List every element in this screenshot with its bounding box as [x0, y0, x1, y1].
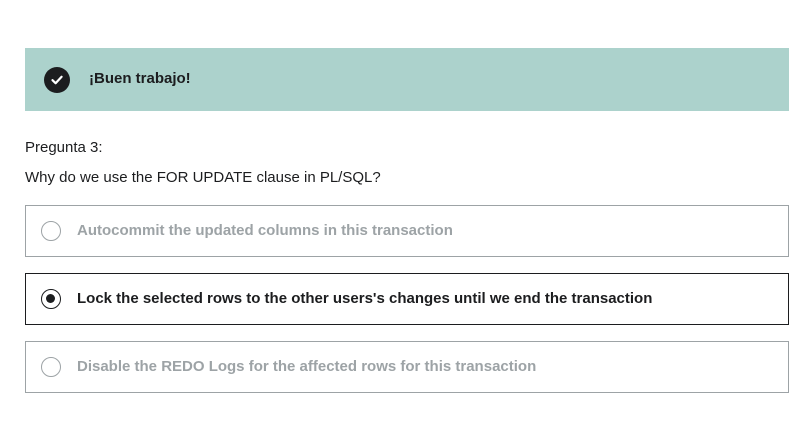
answer-option-2[interactable]: Lock the selected rows to the other user…	[25, 273, 789, 325]
answer-option-1[interactable]: Autocommit the updated columns in this t…	[25, 205, 789, 257]
feedback-title: ¡Buen trabajo!	[89, 70, 191, 87]
question-number: Pregunta 3:	[25, 139, 103, 156]
radio-button-selected[interactable]	[41, 289, 61, 309]
feedback-banner: ¡Buen trabajo!	[25, 48, 789, 111]
answer-option-label: Lock the selected rows to the other user…	[77, 290, 653, 307]
check-circle-icon	[44, 67, 70, 93]
answer-option-label: Disable the REDO Logs for the affected r…	[77, 358, 537, 375]
radio-button[interactable]	[41, 357, 61, 377]
answer-option-3[interactable]: Disable the REDO Logs for the affected r…	[25, 341, 789, 393]
radio-button[interactable]	[41, 221, 61, 241]
question-text: Why do we use the FOR UPDATE clause in P…	[25, 169, 381, 186]
answer-option-label: Autocommit the updated columns in this t…	[77, 222, 453, 239]
